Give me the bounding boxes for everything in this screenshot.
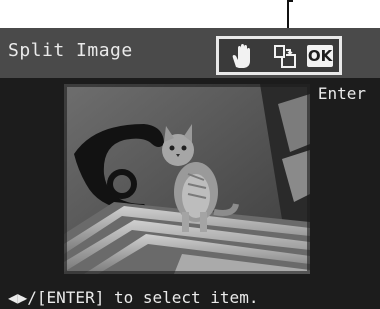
title-bar: Split Image OK — [0, 28, 380, 78]
hint-text: ◀▶/[ENTER] to select item. — [8, 288, 259, 307]
page-title: Split Image — [8, 40, 133, 61]
enter-label: Enter — [317, 84, 366, 103]
camera-screen: Split Image OK Enter ◀▶/[ENTER] to selec… — [0, 28, 380, 309]
callout-hook — [287, 0, 293, 2]
callout-line — [287, 0, 289, 28]
hint-bar: ◀▶/[ENTER] to select item. — [0, 287, 380, 309]
photo-preview — [64, 84, 310, 274]
rotate-icon[interactable] — [271, 43, 299, 69]
hand-icon[interactable] — [229, 43, 257, 69]
ok-button[interactable]: OK — [307, 45, 333, 67]
toolbar-icon-group: OK — [216, 36, 342, 75]
